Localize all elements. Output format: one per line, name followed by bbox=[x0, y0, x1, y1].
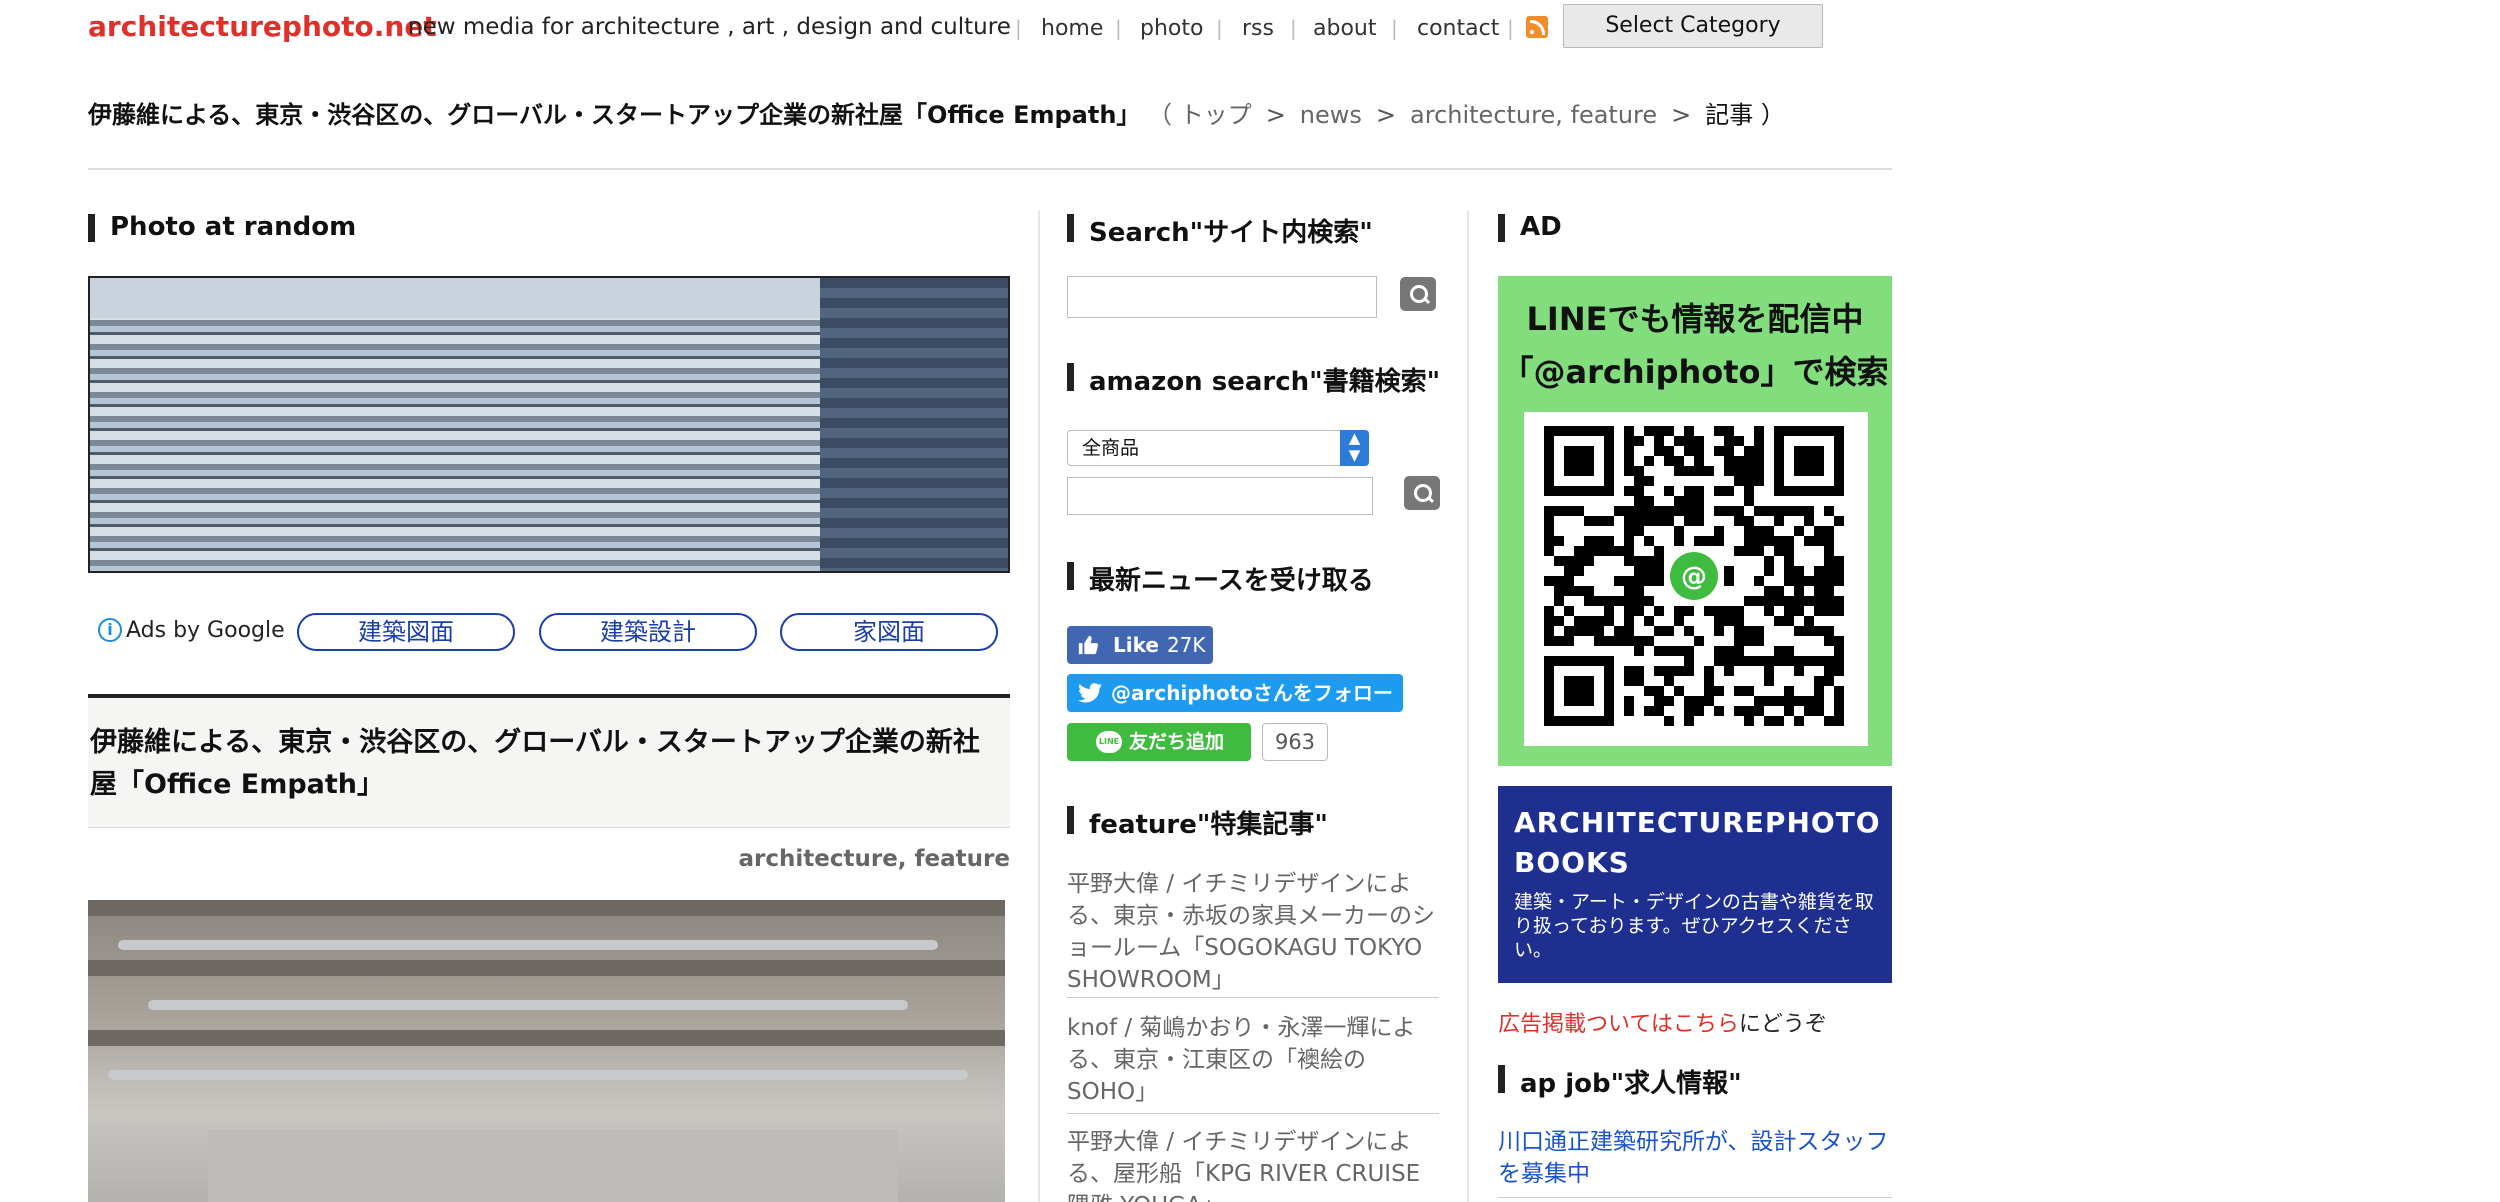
column-divider bbox=[1467, 210, 1469, 1202]
breadcrumb-separator: > bbox=[1671, 101, 1692, 129]
photo-ceiling-beam bbox=[88, 900, 1005, 916]
article-title: 伊藤維による、東京・渋谷区の、グローバル・スタートアップ企業の新社屋「Offic… bbox=[90, 727, 980, 800]
books-ad-title-1: ARCHITECTUREPHOTO bbox=[1514, 806, 1881, 839]
twitter-bird-icon bbox=[1078, 683, 1102, 703]
nav-separator: | bbox=[1115, 16, 1122, 40]
photo-duct-pipe bbox=[108, 1070, 968, 1080]
books-ad-description: 建築・アート・デザインの古書や雑貨を取り扱っております。ぜひアクセスください。 bbox=[1514, 891, 1874, 961]
feature-item-1[interactable]: 平野大偉 / イチミリデザインによる、東京・赤坂の家具メーカーのショールーム「S… bbox=[1067, 868, 1439, 998]
line-friend-count: 963 bbox=[1262, 723, 1328, 761]
nav-separator: | bbox=[1015, 16, 1022, 40]
line-logo-icon: LINE bbox=[1096, 731, 1122, 753]
photo-back-wall bbox=[208, 1130, 898, 1202]
column-divider bbox=[1038, 210, 1040, 1202]
nav-about[interactable]: about bbox=[1313, 16, 1376, 41]
ad-link-1[interactable]: 建築図面 bbox=[297, 613, 515, 651]
feature-item-3[interactable]: 平野大偉 / イチミリデザインによる、屋形船「KPG RIVER CRUISE … bbox=[1067, 1126, 1439, 1202]
twitter-follow-button[interactable]: @archiphotoさんをフォロー bbox=[1067, 674, 1403, 712]
facebook-like-count: 27K bbox=[1166, 633, 1206, 657]
nav-separator: | bbox=[1290, 16, 1297, 40]
site-search-icon[interactable] bbox=[1400, 277, 1436, 311]
ad-heading: AD bbox=[1498, 212, 1562, 242]
nav-rss[interactable]: rss bbox=[1242, 16, 1274, 41]
article-categories[interactable]: architecture, feature bbox=[600, 846, 1010, 872]
photo-ceiling-beam bbox=[88, 1030, 1005, 1046]
breadcrumb-top[interactable]: トップ bbox=[1180, 101, 1252, 129]
line-add-friend-button[interactable]: 友だち追加 bbox=[1067, 723, 1251, 761]
feature-item-2[interactable]: knof / 菊嶋かおり・永澤一輝による、東京・江東区の「襖絵のSOHO」 bbox=[1067, 1012, 1439, 1114]
amazon-search-heading: amazon search"書籍検索" bbox=[1067, 361, 1440, 398]
site-logo[interactable]: architecturephoto.net bbox=[88, 10, 437, 43]
photo-duct-pipe bbox=[118, 940, 938, 950]
news-subscribe-heading: 最新ニュースを受け取る bbox=[1067, 560, 1374, 597]
photo-random-heading: Photo at random bbox=[88, 212, 356, 242]
nav-separator: | bbox=[1391, 16, 1398, 40]
nav-contact[interactable]: contact bbox=[1417, 16, 1499, 41]
feature-heading: feature"特集記事" bbox=[1067, 804, 1328, 841]
amazon-search-icon[interactable] bbox=[1404, 476, 1440, 510]
job-listing-link[interactable]: 川口通正建築研究所が、設計スタッフを募集中 bbox=[1498, 1126, 1898, 1190]
breadcrumb-separator: > bbox=[1375, 101, 1397, 129]
random-photo-image[interactable] bbox=[88, 276, 1010, 573]
breadcrumb-category[interactable]: architecture, feature bbox=[1410, 101, 1657, 129]
svg-text:@: @ bbox=[1681, 562, 1707, 592]
breadcrumb: 伊藤維による、東京・渋谷区の、グローバル・スタートアップ企業の新社屋「Offic… bbox=[88, 95, 1785, 130]
site-tagline: new media for architecture , art , desig… bbox=[408, 14, 1011, 40]
amazon-search-input[interactable] bbox=[1067, 477, 1373, 515]
nav-home[interactable]: home bbox=[1041, 16, 1103, 41]
ad-link-2[interactable]: 建築設計 bbox=[539, 613, 757, 651]
breadcrumb-title: 伊藤維による、東京・渋谷区の、グローバル・スタートアップ企業の新社屋「Offic… bbox=[88, 101, 1141, 129]
site-search-heading: Search"サイト内検索" bbox=[1067, 212, 1373, 249]
breadcrumb-separator: > bbox=[1265, 101, 1286, 129]
breadcrumb-current: 記事 bbox=[1705, 101, 1754, 129]
photo-duct-pipe bbox=[148, 1000, 908, 1010]
amazon-category-select[interactable]: 全商品 bbox=[1067, 430, 1369, 466]
ads-by-google-label: Ads by Google bbox=[126, 618, 285, 643]
ads-info-icon[interactable]: i bbox=[98, 618, 122, 642]
ad-link-3[interactable]: 家図面 bbox=[780, 613, 998, 651]
thumbs-up-icon bbox=[1078, 635, 1099, 655]
facebook-like-label: Like bbox=[1113, 633, 1159, 657]
header-divider bbox=[88, 168, 1892, 170]
ad-contact-text: 広告掲載ついてはこちらにどうぞ bbox=[1498, 1006, 1827, 1038]
books-ad-title-2: BOOKS bbox=[1514, 846, 1630, 879]
job-separator bbox=[1498, 1197, 1892, 1198]
breadcrumb-news[interactable]: news bbox=[1300, 101, 1362, 129]
line-ad-text-2: 「@archiphoto」で検索 bbox=[1501, 353, 1889, 391]
nav-separator: | bbox=[1216, 16, 1223, 40]
nav-photo[interactable]: photo bbox=[1140, 16, 1203, 41]
job-heading: ap job"求人情報" bbox=[1498, 1063, 1742, 1100]
ad-contact-link[interactable]: 広告掲載ついてはこちら bbox=[1498, 1012, 1739, 1037]
ad-contact-suffix: にどうぞ bbox=[1738, 1012, 1827, 1037]
article-main-photo bbox=[88, 900, 1005, 1202]
line-qr-code: @ bbox=[1524, 412, 1868, 746]
site-search-input[interactable] bbox=[1067, 276, 1377, 318]
line-ad-text-1: LINEでも情報を配信中 bbox=[1526, 300, 1864, 338]
category-select[interactable]: Select Category bbox=[1563, 4, 1823, 48]
nav-separator: | bbox=[1507, 16, 1514, 40]
photo-ceiling-beam bbox=[88, 960, 1005, 976]
breadcrumb-open-paren: （ bbox=[1148, 101, 1173, 129]
photo-building-tower bbox=[820, 278, 1008, 571]
breadcrumb-close-paren: ） bbox=[1760, 101, 1785, 129]
rss-feed-icon[interactable] bbox=[1526, 16, 1548, 38]
chevron-updown-icon[interactable]: ▲ ▼ bbox=[1340, 430, 1369, 466]
qr-code-image: @ bbox=[1544, 426, 1844, 726]
